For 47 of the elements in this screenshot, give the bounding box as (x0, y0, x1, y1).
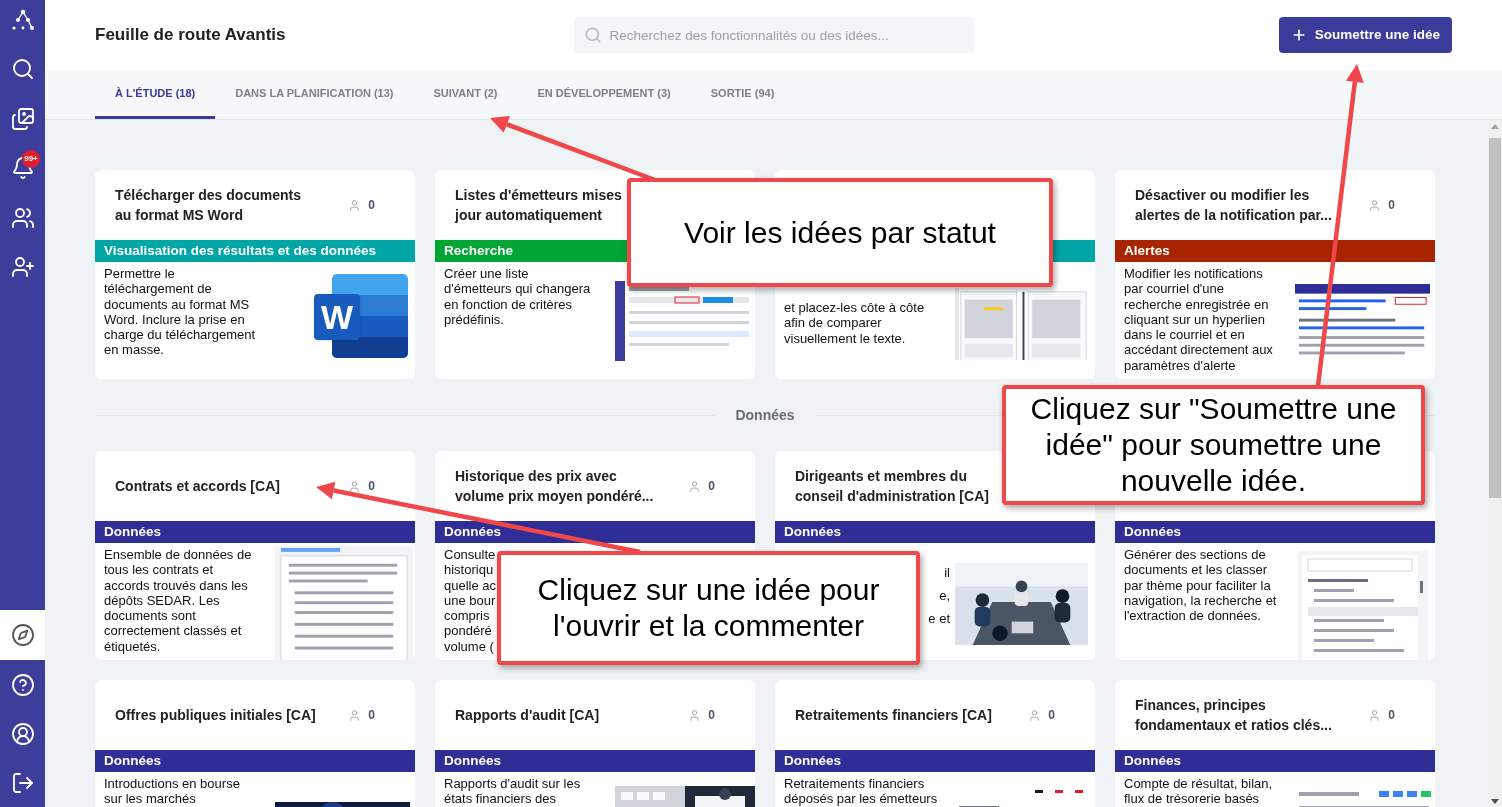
idea-title: Contrats et accords [CA] (115, 477, 280, 496)
idea-description: Compte de résultat, bilan, flux de trésorerie basés (1124, 775, 1273, 807)
page-title: Feuille de route Avantis (95, 24, 287, 47)
vote-count: 0 (368, 707, 375, 724)
idea-description: Retraitements financiers déposés par les émetteurs (784, 775, 938, 807)
idea-title: Historique des prix avec volume prix moyen pondéré... (455, 467, 654, 506)
idea-description: il e, e et (928, 564, 950, 628)
idea-description: Introductions en bourse sur les marchés (104, 775, 240, 807)
category-label: Données (775, 750, 1095, 772)
vote-count: 0 (1388, 197, 1395, 214)
idea-description: Créer une liste d'émetteurs qui changera en fonction de critères prédéfinis. (444, 265, 591, 328)
vote-count: 0 (1048, 707, 1055, 724)
idea-title: Listes d'émetteurs mises jour automatiquement (455, 186, 622, 225)
idea-description: Modifier les notifications par courriel d'une recherche enregistrée en cliquant sur un hyperlien dans le courriel et en accédant directement aux paramètres d'alerte (1124, 265, 1273, 374)
idea-description: Consulte historiqu quelle ac une bour compris pondéré volume ( (444, 546, 497, 655)
vote-count: 0 (708, 478, 715, 495)
category-label: Données (435, 750, 755, 772)
category-label: Données (1115, 750, 1435, 772)
hint-tooltip: Voir les idées par statut (627, 178, 1053, 287)
vote-count: 0 (368, 197, 375, 214)
idea-description: Permettre le téléchargement de documents au format MS Word. Inclure la prise en charge du téléchargement en masse. (104, 265, 256, 358)
vote-count: 0 (368, 478, 375, 495)
logo-letter: W (314, 294, 360, 340)
idea-title: Retraitements financiers [CA] (795, 706, 992, 725)
idea-title: Offres publiques initiales [CA] (115, 706, 316, 725)
category-label: Données (95, 750, 415, 772)
idea-description: Ensemble de données de tous les contrats et accords trouvés dans les dépôts SEDAR. Les documents sont correctement classés et étiquetés. (104, 546, 252, 655)
idea-title: Télécharger des documents au format MS Word (115, 186, 301, 225)
hint-tooltip: Cliquez sur "Soumettre une idée" pour soumettre une nouvelle idée. (1002, 385, 1425, 505)
idea-title: Dirigeants et membres du conseil d'administration [CA] (795, 467, 989, 506)
category-label: Données (435, 521, 755, 543)
hint-tooltip: Cliquez sur une idée pour l'ouvrir et la commenter (497, 551, 920, 665)
idea-description: Rapports d'audit sur les états financiers des (444, 775, 581, 807)
idea-description: et placez-les côte à côte afin de comparer visuellement le texte. (784, 299, 925, 346)
vote-count: 0 (1388, 707, 1395, 724)
idea-title: Rapports d'audit [CA] (455, 706, 600, 725)
vote-count: 0 (708, 707, 715, 724)
category-label: Alertes (1115, 240, 1435, 262)
idea-description: Générer des sections de documents et les classer par thème pour faciliter la navigation, la recherche et l'extraction de données. (1124, 546, 1277, 624)
category-label: Données (775, 521, 1095, 543)
idea-title: Finances, principes fondamentaux et ratios clés... (1135, 696, 1332, 735)
category-label: Données (95, 521, 415, 543)
idea-title: Désactiver ou modifier les alertes de la notification par... (1135, 186, 1332, 225)
section-heading: Données (735, 405, 795, 425)
notification-badge: 99+ (22, 149, 40, 168)
category-label: Visualisation des résultats et des données (95, 240, 415, 262)
category-label: Données (1115, 521, 1435, 543)
